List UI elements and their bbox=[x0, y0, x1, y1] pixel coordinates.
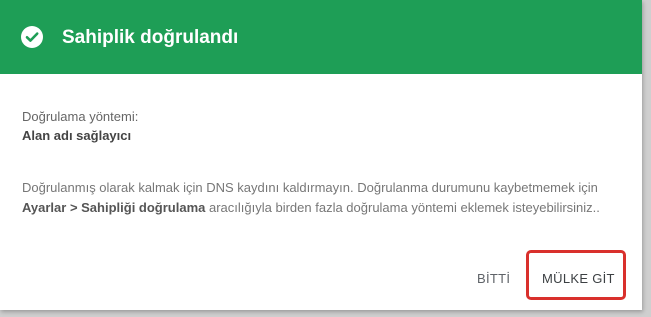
verification-method-value: Alan adı sağlayıcı bbox=[22, 128, 132, 143]
verification-method-label: Doğrulama yöntemi: bbox=[22, 109, 139, 124]
dialog-header: Sahiplik doğrulandı bbox=[0, 0, 642, 74]
ownership-verified-dialog: Sahiplik doğrulandı Doğrulama yöntemi: A… bbox=[0, 0, 642, 310]
check-circle-icon bbox=[21, 26, 43, 48]
dialog-title: Sahiplik doğrulandı bbox=[62, 27, 239, 48]
settings-path-text: Ayarlar > Sahipliği doğrulama bbox=[22, 200, 206, 215]
done-button[interactable]: BİTTİ bbox=[477, 271, 510, 287]
dialog-description: Doğrulanmış olarak kalmak için DNS kaydı… bbox=[22, 178, 622, 218]
go-to-property-button[interactable]: MÜLKE GİT bbox=[542, 271, 615, 287]
background-strip-right bbox=[642, 0, 651, 317]
description-text-start: Doğrulanmış olarak kalmak için DNS kaydı… bbox=[22, 180, 598, 195]
background-strip-bottom bbox=[0, 310, 651, 317]
description-text-end: aracılığıyla birden fazla doğrulama yönt… bbox=[205, 200, 600, 215]
